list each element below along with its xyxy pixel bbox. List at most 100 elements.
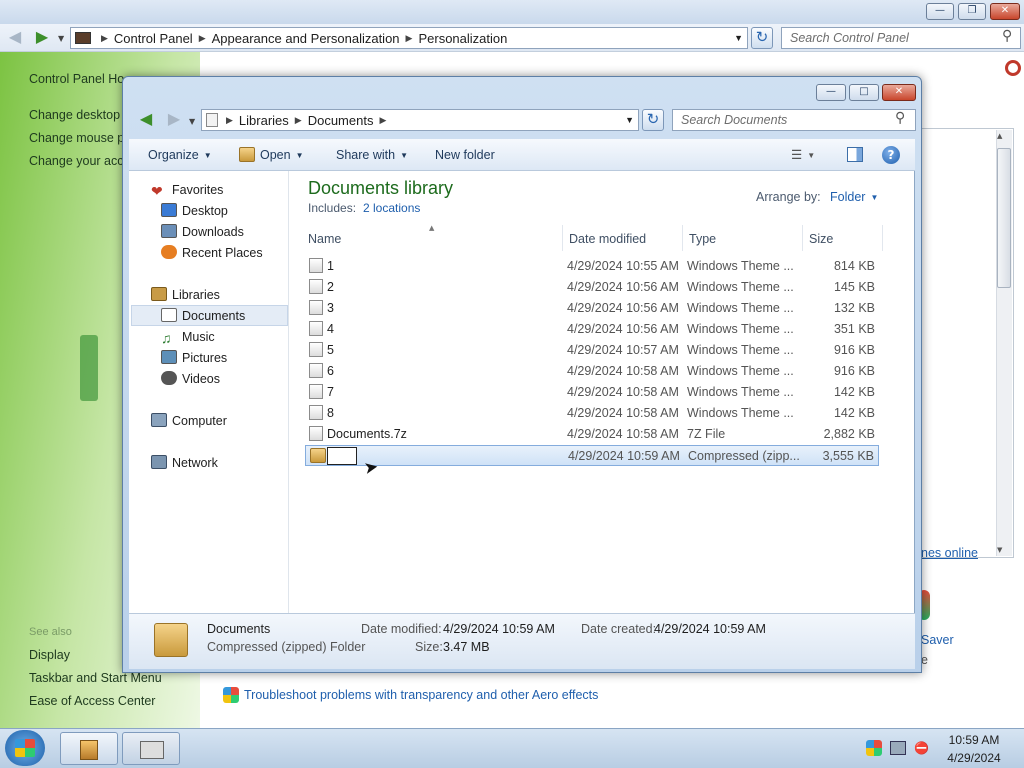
nav-recent-places[interactable]: Recent Places: [161, 243, 321, 264]
cp-link-account-picture[interactable]: Change your acco: [29, 154, 130, 168]
cp-home-link[interactable]: Control Panel Ho: [29, 72, 124, 86]
col-size[interactable]: Size: [809, 232, 833, 246]
col-date-modified[interactable]: Date modified: [569, 232, 646, 246]
help-icon[interactable]: ?: [882, 146, 900, 164]
organize-button[interactable]: Organize ▼: [148, 148, 212, 162]
cp-screen-saver-label[interactable]: Saver: [921, 633, 954, 647]
cp-troubleshoot-link[interactable]: Troubleshoot problems with transparency …: [244, 688, 598, 702]
cp-link-taskbar[interactable]: Taskbar and Start Menu: [29, 671, 162, 685]
ex-close-button[interactable]: ✕: [882, 84, 916, 101]
cp-restore-button[interactable]: ❐: [958, 3, 986, 20]
cp-refresh-icon[interactable]: ↻: [751, 27, 773, 49]
rename-input[interactable]: [327, 447, 357, 465]
nav-computer[interactable]: Computer: [151, 411, 311, 432]
includes-locations-link[interactable]: 2 locations: [363, 201, 420, 215]
cp-minimize-button[interactable]: —: [926, 3, 954, 20]
nav-libraries[interactable]: Libraries: [151, 285, 311, 306]
nav-downloads[interactable]: Downloads: [161, 222, 321, 243]
table-row[interactable]: Documents.7z 4/29/2024 10:58 AM 7Z File 2,8…: [305, 424, 879, 445]
cp-crumb-personalization[interactable]: Personalization: [418, 31, 507, 46]
scroll-down-icon[interactable]: ▼: [997, 546, 1002, 554]
cp-crumb-appearance[interactable]: Appearance and Personalization: [212, 31, 400, 46]
table-row[interactable]: 2 4/29/2024 10:56 AM Windows Theme ... 145 …: [305, 277, 879, 298]
views-button[interactable]: ☰ ▼: [791, 147, 815, 162]
table-row[interactable]: 3 4/29/2024 10:56 AM Windows Theme ... 132 …: [305, 298, 879, 319]
nav-videos[interactable]: Videos: [161, 369, 321, 390]
taskbar-control-panel-button[interactable]: [122, 732, 180, 765]
cp-close-button[interactable]: ✕: [990, 3, 1020, 20]
nav-desktop[interactable]: Desktop: [161, 201, 321, 222]
action-center-icon[interactable]: [866, 740, 882, 756]
scroll-up-icon[interactable]: ▲: [997, 132, 1002, 140]
ex-history-chevron-icon[interactable]: ▼: [189, 117, 195, 126]
nav-label: Recent Places: [182, 246, 263, 260]
table-row[interactable]: 4 4/29/2024 10:56 AM Windows Theme ... 351 …: [305, 319, 879, 340]
nav-favorites[interactable]: ❤ Favorites: [151, 180, 311, 201]
details-created-label: Date created:: [581, 622, 657, 636]
table-row[interactable]: 5 4/29/2024 10:57 AM Windows Theme ... 916 …: [305, 340, 879, 361]
ex-maximize-button[interactable]: □: [849, 84, 879, 101]
ex-back-icon[interactable]: ◀: [135, 109, 157, 131]
chevron-down-icon[interactable]: ▼: [625, 115, 634, 125]
table-row[interactable]: 6 4/29/2024 10:58 AM Windows Theme ... 916 …: [305, 361, 879, 382]
col-divider[interactable]: [562, 225, 563, 251]
cp-link-mouse-pointers[interactable]: Change mouse po: [29, 131, 131, 145]
cp-link-ease-of-access[interactable]: Ease of Access Center: [29, 694, 155, 708]
cp-forward-icon[interactable]: ▶: [31, 27, 53, 49]
ex-refresh-icon[interactable]: ↻: [642, 109, 664, 131]
file-type: Windows Theme ...: [687, 301, 794, 315]
network-tray-icon[interactable]: [890, 741, 906, 755]
nav-label: Desktop: [182, 204, 228, 218]
cp-scroll-thumb[interactable]: [997, 148, 1011, 288]
cp-link-display[interactable]: Display: [29, 648, 70, 662]
table-row[interactable]: 1 4/29/2024 10:55 AM Windows Theme ... 814 …: [305, 256, 879, 277]
cp-search-input[interactable]: Search Control Panel: [781, 27, 1021, 49]
nav-documents[interactable]: Documents: [131, 305, 288, 326]
col-name[interactable]: Name: [308, 232, 341, 246]
table-row[interactable]: 7 4/29/2024 10:58 AM Windows Theme ... 142 …: [305, 382, 879, 403]
cp-get-themes-link[interactable]: nes online: [921, 546, 978, 560]
chevron-down-icon[interactable]: ▼: [734, 33, 743, 43]
network-icon: [151, 455, 167, 469]
nav-label: Favorites: [172, 183, 224, 197]
ex-address-bar[interactable]: ▶ Libraries ▶ Documents ▶ ▼: [201, 109, 639, 131]
ex-search-input[interactable]: Search Documents: [672, 109, 916, 131]
theme-file-icon: [309, 258, 323, 273]
new-folder-button[interactable]: New folder: [435, 148, 495, 162]
share-with-button[interactable]: Share with ▼: [336, 148, 408, 162]
cp-address-bar[interactable]: ▶ Control Panel ▶ Appearance and Persona…: [70, 27, 748, 49]
preview-pane-icon[interactable]: [847, 147, 863, 162]
file-name: 6: [327, 364, 334, 378]
search-icon[interactable]: ⚲: [895, 110, 905, 126]
cp-crumb-control-panel[interactable]: Control Panel: [114, 31, 193, 46]
taskbar-explorer-button[interactable]: [60, 732, 118, 765]
col-divider[interactable]: [882, 225, 883, 251]
nav-label: Music: [182, 330, 215, 344]
help-ring-icon[interactable]: [1005, 60, 1021, 76]
cp-link-desktop-icons[interactable]: Change desktop i: [29, 108, 126, 122]
clock[interactable]: 10:59 AM 4/29/2024: [938, 733, 1010, 765]
col-type[interactable]: Type: [689, 232, 716, 246]
open-button[interactable]: Open ▼: [260, 148, 304, 162]
nav-network[interactable]: Network: [151, 453, 311, 474]
file-name: Documents.7z: [327, 427, 407, 441]
documents-icon: [161, 308, 177, 322]
file-name: 7: [327, 385, 334, 399]
ex-forward-icon[interactable]: ▶: [163, 109, 185, 131]
table-row-selected[interactable]: 4/29/2024 10:59 AM Compressed (zipp... 3…: [305, 445, 879, 466]
cp-back-icon[interactable]: ◀: [4, 27, 26, 49]
details-size-label: Size:: [415, 640, 443, 654]
col-divider[interactable]: [802, 225, 803, 251]
table-row[interactable]: 8 4/29/2024 10:58 AM Windows Theme ... 142 …: [305, 403, 879, 424]
search-icon[interactable]: ⚲: [1002, 28, 1012, 44]
nav-pictures[interactable]: Pictures: [161, 348, 321, 369]
cp-history-chevron-icon[interactable]: ▼: [58, 34, 64, 43]
ex-crumb-documents[interactable]: Documents: [308, 113, 374, 128]
col-divider[interactable]: [682, 225, 683, 251]
start-button[interactable]: [5, 730, 45, 766]
arrange-by-dropdown[interactable]: Folder ▼: [830, 190, 878, 204]
ex-minimize-button[interactable]: —: [816, 84, 846, 101]
ex-crumb-libraries[interactable]: Libraries: [239, 113, 289, 128]
nav-music[interactable]: ♫ Music: [161, 327, 321, 348]
volume-muted-icon[interactable]: ⛔: [914, 741, 930, 755]
